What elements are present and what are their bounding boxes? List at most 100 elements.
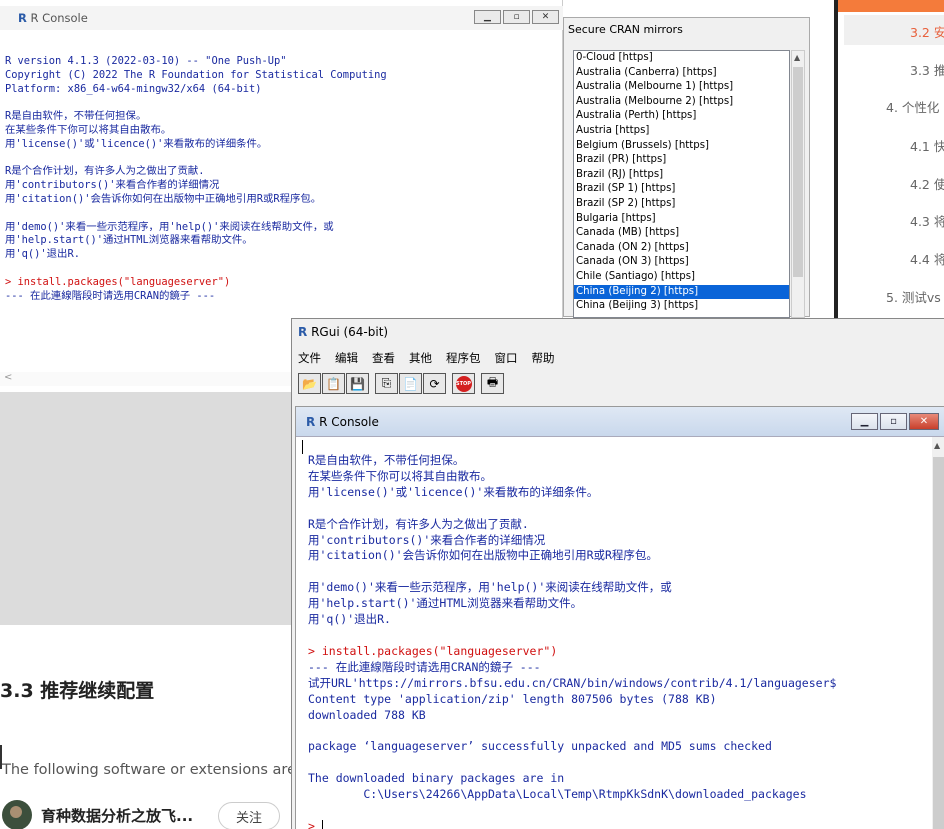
console-line: R是自由软件，不带任何担保。 (308, 453, 465, 467)
console-line: The downloaded binary packages are in (308, 771, 565, 786)
background-console-title-text: R Console (30, 11, 88, 25)
mirror-list-item[interactable]: Australia (Melbourne 2) [https] (574, 95, 789, 110)
close-button[interactable]: ✕ (909, 413, 939, 430)
background-console-output[interactable]: R version 4.1.3 (2022-03-10) -- "One Pus… (5, 55, 387, 303)
menu-windows[interactable]: 窗口 (495, 350, 518, 366)
follow-button[interactable]: 关注 (218, 802, 280, 829)
console-prompt-line[interactable]: > (308, 819, 836, 829)
scrollbar-thumb[interactable] (933, 457, 944, 829)
text-cursor (321, 819, 323, 829)
menu-help[interactable]: 帮助 (532, 350, 555, 366)
menu-packages[interactable]: 程序包 (446, 350, 481, 366)
stop-icon[interactable]: STOP (452, 373, 475, 394)
mirror-list-item[interactable]: Australia (Canberra) [https] (574, 66, 789, 81)
toc-item[interactable]: 4.3 将 (910, 211, 944, 230)
rgui-titlebar[interactable]: R RGui (64-bit) (298, 325, 388, 339)
console-caret (302, 440, 303, 454)
toc-item[interactable]: 4.2 使 (910, 174, 944, 193)
mirror-list-item[interactable]: China (Beijing 3) [https] (574, 299, 789, 314)
r-console-titlebar[interactable] (296, 407, 944, 437)
article-heading: 3.3 推荐继续配置 (0, 680, 155, 702)
stop-sign: STOP (455, 375, 472, 392)
console-line: 用'license()'或'licence()'来看散布的详细条件。 (308, 484, 599, 499)
mirror-list-item[interactable]: Bulgaria [https] (574, 212, 789, 227)
console-line: 用'citation()'会告诉你如何在出版物中正确地引用R或R程序包。 (5, 192, 322, 205)
mirror-list-item[interactable]: Belgium (Brussels) [https] (574, 139, 789, 154)
toolbar: 📂 📋 💾 ⎘ 📄 ⟳ STOP 🖶 (298, 373, 504, 394)
maximize-button[interactable]: ▫ (880, 413, 907, 430)
mirror-list-item[interactable]: Brazil (SP 1) [https] (574, 182, 789, 197)
r-console-title-text: R Console (319, 415, 379, 429)
minimize-button[interactable]: ▁ (851, 413, 878, 430)
r-console-scrollbar[interactable]: ▲ (932, 437, 944, 829)
r-logo-icon: R (306, 415, 316, 429)
toc-item[interactable]: 4.4 将 (910, 249, 944, 268)
copy-paste-icon[interactable]: ⟳ (423, 373, 446, 394)
r-console-output[interactable]: R是自由软件，不带任何担保。 在某些条件下你可以将其自由散布。 用'license(… (308, 453, 836, 829)
toc-top-bar (838, 0, 944, 12)
cran-mirrors-dialog[interactable]: Secure CRAN mirrors 0-Cloud [https] Austr… (563, 17, 810, 318)
mirror-list-item[interactable]: Chile (Santiago) [https] (574, 270, 789, 285)
menu-file[interactable]: 文件 (298, 350, 321, 366)
mirror-list-item[interactable]: Australia (Melbourne 1) [https] (574, 80, 789, 95)
r-console-window[interactable]: R R Console ▁ ▫ ✕ R是自由软件，不带任何担保。 在某些条件下你可… (295, 406, 944, 829)
mirror-listbox[interactable]: 0-Cloud [https] Australia (Canberra) [htt… (573, 50, 790, 318)
mirror-list-item[interactable]: 0-Cloud [https] (574, 51, 789, 66)
console-line: downloaded 788 KB (308, 707, 426, 722)
mirror-list-scrollbar[interactable]: ▲ (791, 50, 805, 318)
load-workspace-icon[interactable]: 📋 (322, 373, 345, 394)
author-name[interactable]: 育种数据分析之放飞... (41, 805, 193, 826)
toc-item[interactable]: 3.3 推 (910, 60, 944, 79)
menu-view[interactable]: 查看 (372, 350, 395, 366)
mirror-list-item[interactable]: Brazil (PR) [https] (574, 153, 789, 168)
rgui-window[interactable]: R RGui (64-bit) 文件 编辑 查看 其他 程序包 窗口 帮助 📂 … (291, 318, 944, 829)
paste-icon[interactable]: 📄 (399, 373, 422, 394)
console-prompt: > (308, 818, 322, 829)
console-line: 用'q()'退出R. (308, 612, 391, 627)
copy-icon[interactable]: ⎘ (375, 373, 398, 394)
scrollbar-thumb[interactable] (793, 67, 803, 277)
web-image-placeholder (0, 390, 295, 625)
toc-item[interactable]: 4. 个性化 (886, 97, 939, 116)
minimize-button[interactable]: ▁ (474, 10, 501, 24)
console-line: > install.packages("languageserver") (5, 275, 231, 288)
mirror-list-item[interactable]: China (Beijing 2) [https] (574, 284, 789, 300)
rgui-title-text: RGui (64-bit) (311, 325, 389, 339)
menu-edit[interactable]: 编辑 (335, 350, 358, 366)
print-icon[interactable]: 🖶 (481, 373, 504, 394)
console-line: 用'demo()'来看一些示范程序，用'help()'来阅读在线帮助文件，或 (5, 220, 334, 233)
console-line: 用'citation()'会告诉你如何在出版物中正确地引用R或R程序包。 (308, 548, 658, 563)
author-avatar[interactable] (2, 800, 32, 829)
console-line: Platform: x86_64-w64-mingw32/x64 (64-bit… (5, 82, 262, 95)
console-line: R是个合作计划，有许多人为之做出了贡献. (308, 516, 529, 531)
toc-item[interactable]: 5. 测试vs (886, 287, 941, 306)
mirror-list-item[interactable]: Brazil (RJ) [https] (574, 168, 789, 183)
mirror-list-item[interactable]: Canada (ON 3) [https] (574, 255, 789, 270)
close-button[interactable]: ✕ (532, 10, 559, 24)
r-logo-icon: R (298, 325, 308, 339)
scroll-up-icon[interactable]: ▲ (794, 53, 800, 62)
maximize-button[interactable]: ▫ (503, 10, 530, 24)
open-script-icon[interactable]: 📂 (298, 373, 321, 394)
console-line: --- 在此連線階段时请选用CRAN的鏡子 --- (308, 659, 541, 674)
mirror-list-item[interactable]: Canada (ON 2) [https] (574, 241, 789, 256)
save-icon[interactable]: 💾 (346, 373, 369, 394)
console-line: > install.packages("languageserver") (308, 643, 558, 658)
console-line: 用'demo()'来看一些示范程序，用'help()'来阅读在线帮助文件，或 (308, 580, 672, 595)
menu-misc[interactable]: 其他 (409, 350, 432, 366)
r-console-window-controls: ▁ ▫ ✕ (849, 413, 939, 430)
toc-item[interactable]: 4.1 快 (910, 136, 944, 155)
scroll-up-icon[interactable]: ▲ (934, 441, 940, 450)
mirror-list-item[interactable]: Brazil (SP 2) [https] (574, 197, 789, 212)
console-line: 用'contributors()'来看合作者的详细情况 (5, 179, 220, 192)
console-line: 用'q()'退出R. (5, 248, 80, 261)
mirror-list-item[interactable]: Australia (Perth) [https] (574, 109, 789, 124)
mirror-list-item[interactable]: Austria [https] (574, 124, 789, 139)
mirror-list-item[interactable]: Canada (MB) [https] (574, 226, 789, 241)
toc-item[interactable]: 3.2 安 (910, 22, 944, 41)
